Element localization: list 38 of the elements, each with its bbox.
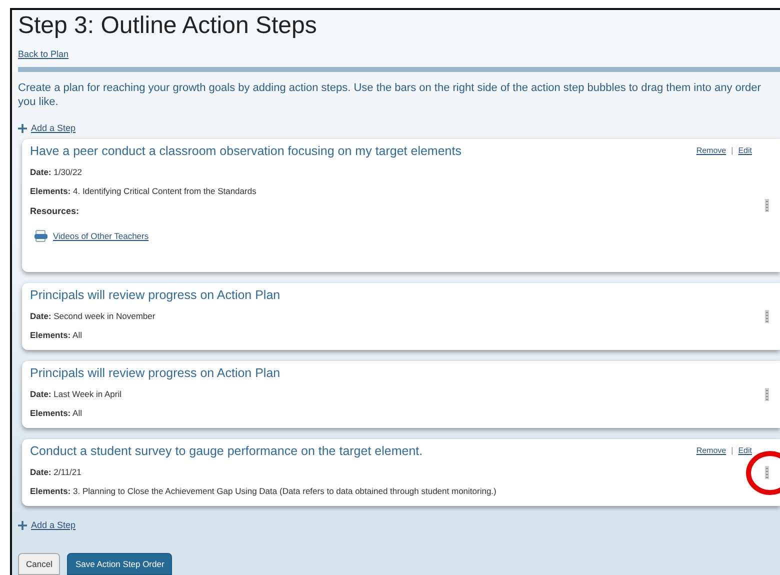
- separator: |: [731, 446, 734, 455]
- action-step-card[interactable]: Principals will review progress on Action Plan Date: Last Week in April Elements: All: [22, 361, 780, 428]
- drag-handle-icon[interactable]: [765, 199, 769, 212]
- back-link[interactable]: Back to Plan: [18, 49, 69, 59]
- step-field: Date: 2/11/21: [30, 467, 82, 477]
- step-field: Elements: All: [30, 330, 82, 340]
- step-field: Elements: 3. Planning to Close the Achievement Gap Using Data (Data refers to data obtained through student monitoring.): [30, 486, 496, 496]
- step-field: Elements: All: [30, 408, 82, 418]
- remove-link[interactable]: Remove: [696, 446, 726, 455]
- step-field: Date: Second week in November: [30, 311, 156, 321]
- add-step-link[interactable]: Add a Step: [31, 520, 76, 530]
- drag-handle-icon[interactable]: [765, 310, 769, 323]
- cancel-button[interactable]: Cancel: [18, 553, 60, 575]
- step-field: Date: Last Week in April: [30, 389, 122, 399]
- add-step-link[interactable]: Add a Step: [31, 123, 76, 133]
- page-title: Step 3: Outline Action Steps: [18, 12, 318, 40]
- save-button[interactable]: Save Action Step Order: [67, 553, 172, 575]
- edit-link[interactable]: Edit: [738, 146, 752, 155]
- remove-link[interactable]: Remove: [696, 146, 726, 155]
- drag-handle-icon[interactable]: [765, 466, 769, 479]
- separator: |: [731, 146, 734, 155]
- resource-link[interactable]: Videos of Other Teachers: [53, 231, 149, 241]
- step-title: Have a peer conduct a classroom observation focusing on my target elements: [30, 144, 462, 158]
- document-icon: [34, 230, 48, 242]
- step-field: Date: 1/30/22: [30, 167, 82, 177]
- action-step-card[interactable]: [22, 439, 780, 506]
- step-title: Principals will review progress on Action Plan: [30, 288, 280, 302]
- action-step-card[interactable]: Principals will review progress on Action Plan Date: Second week in November Elements: All: [22, 283, 780, 350]
- edit-link[interactable]: Edit: [738, 446, 752, 455]
- step-title: Conduct a student survey to gauge performance on the target element.: [30, 444, 423, 458]
- plus-icon: [18, 124, 27, 132]
- instructions-text: Create a plan for reaching your growth goals by adding action steps. Use the bars on the right side of the action step bubbles to drag them into any order you like.: [18, 81, 762, 109]
- resources-label: Resources:: [30, 206, 80, 216]
- step-title: Principals will review progress on Action Plan: [30, 366, 280, 380]
- step-field: Elements: 4. Identifying Critical Content from the Standards: [30, 186, 256, 196]
- action-step-card[interactable]: Have a peer conduct a classroom observation focusing on my target elements Remove | Edit Date: 1/30/22 Elements: 4. Identifying Critical Content from the Standards Resources: Videos of Other Teachers: [22, 139, 780, 272]
- drag-handle-icon[interactable]: [765, 388, 769, 401]
- plus-icon: [18, 520, 27, 530]
